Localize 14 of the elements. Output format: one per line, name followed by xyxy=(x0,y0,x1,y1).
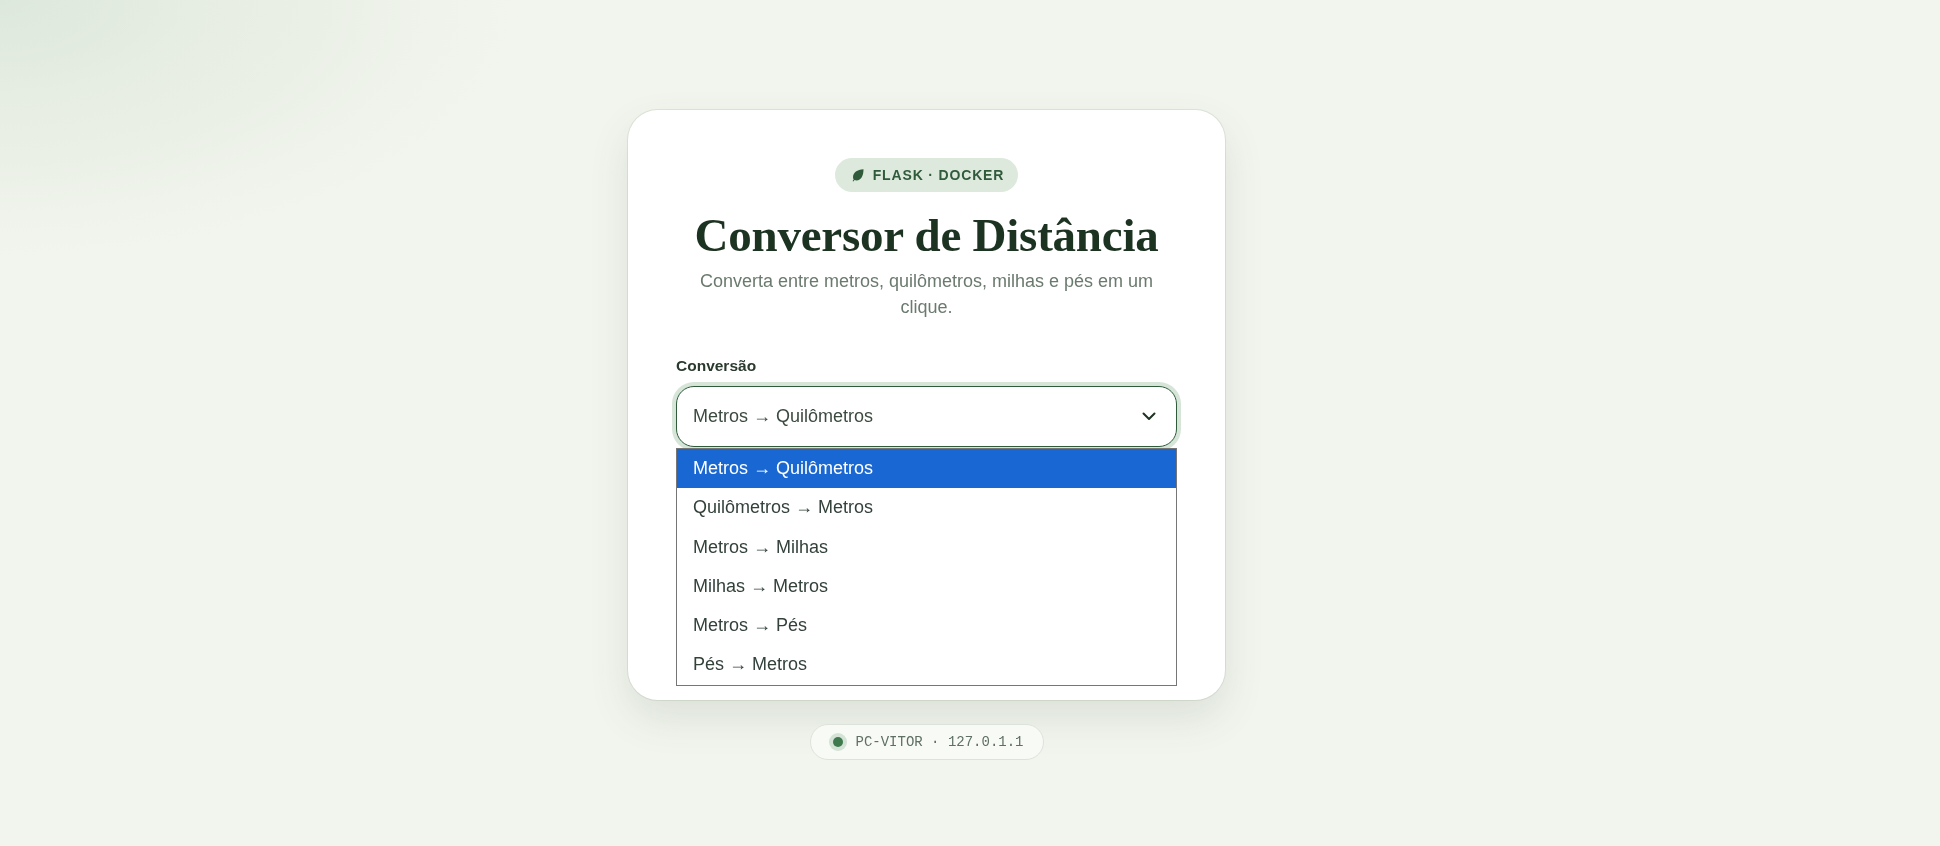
status-dot-icon xyxy=(829,733,848,751)
host-text: PC-VITOR · 127.0.1.1 xyxy=(855,732,1024,752)
dropdown-option[interactable]: Metros → Milhas xyxy=(677,527,1176,567)
dropdown-option[interactable]: Milhas → Metros xyxy=(677,566,1176,607)
page-title: Conversor de Distância xyxy=(693,212,1160,258)
dropdown-option[interactable]: Pés → Metros xyxy=(677,645,1176,685)
subtitle-text: Converta entre metros, quilômetros, milhas e pés em um clique. xyxy=(698,270,1155,319)
badge-text: FLASK · DOCKER xyxy=(872,165,1005,185)
field-label: Conversão xyxy=(676,356,758,376)
dropdown-option[interactable]: Metros → Quilômetros xyxy=(677,449,1176,489)
leaf-icon xyxy=(850,168,865,182)
dropdown-option[interactable]: Quilômetros → Metros xyxy=(677,488,1176,528)
chevron-down-icon xyxy=(1142,412,1156,421)
dropdown-option[interactable]: Metros → Pés xyxy=(677,606,1176,646)
